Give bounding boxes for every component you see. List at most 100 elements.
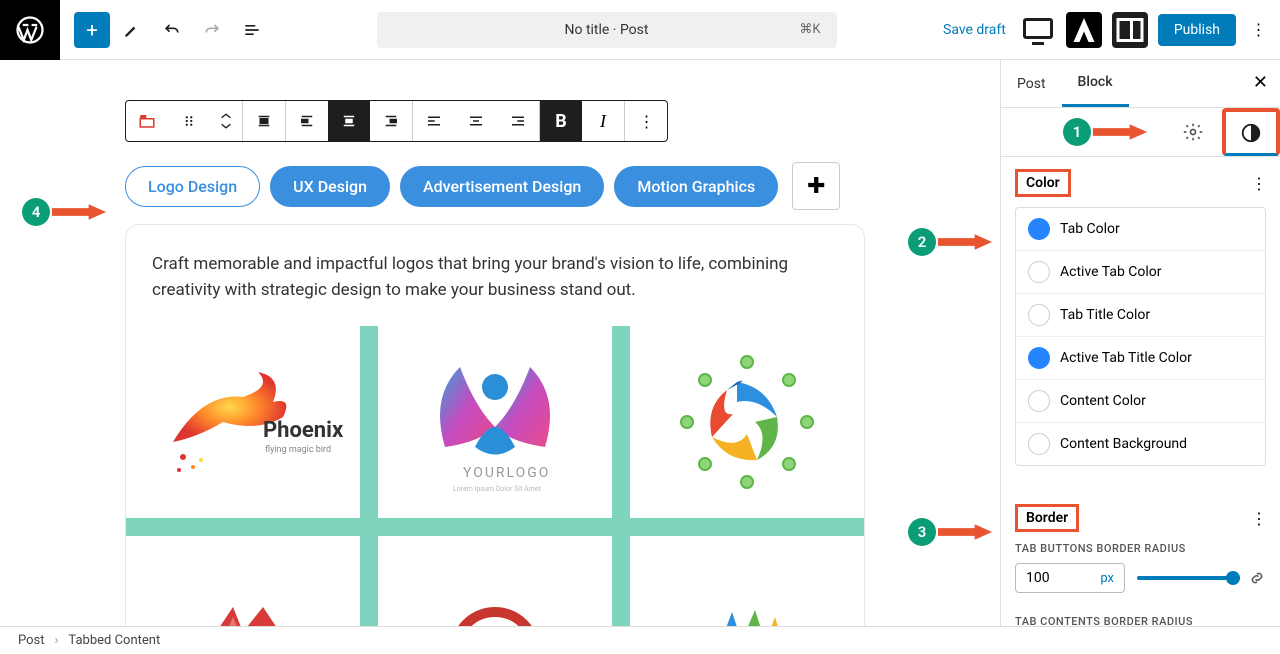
tab-ux-design[interactable]: UX Design (270, 166, 390, 207)
color-swatch (1028, 390, 1050, 412)
align-text-right-icon[interactable] (497, 101, 539, 141)
breadcrumb-block[interactable]: Tabbed Content (68, 633, 160, 648)
svg-text:Lorem Ipsum Dolor Sit Amet: Lorem Ipsum Dolor Sit Amet (453, 485, 542, 493)
document-title[interactable]: No title · Post ⌘K (377, 12, 837, 48)
settings-sidebar: Post Block ✕ Color Tab Color Active Tab … (1000, 60, 1280, 626)
tabbed-content-block-icon[interactable] (126, 101, 168, 141)
border-section: Border TAB BUTTONS BORDER RADIUS px TAB … (1001, 492, 1280, 648)
bold-button[interactable]: B (540, 101, 582, 141)
publish-button[interactable]: Publish (1158, 14, 1236, 46)
block-more-icon[interactable] (625, 101, 667, 141)
color-tab-title-color[interactable]: Tab Title Color (1016, 294, 1265, 337)
tab-paragraph[interactable]: Craft memorable and impactful logos that… (152, 251, 838, 304)
tab-label: Logo Design (148, 177, 237, 196)
editor-canvas: B I Logo Design UX Design Advertisement … (0, 60, 1000, 626)
logo-image[interactable] (378, 536, 612, 626)
sidebar-tabs: Post Block ✕ (1001, 60, 1280, 108)
chevron-down-icon[interactable] (219, 121, 233, 131)
title-text: No title · Post (565, 22, 649, 38)
align-text-left-icon[interactable] (413, 101, 455, 141)
link-icon[interactable] (1248, 569, 1266, 587)
save-draft-link[interactable]: Save draft (943, 22, 1006, 38)
border-radius-control: px (1015, 563, 1266, 593)
styles-tab-icon[interactable] (1222, 108, 1280, 156)
wordpress-logo[interactable] (0, 0, 60, 60)
svg-text:YOURLOGO: YOURLOGO (463, 465, 550, 481)
outline-icon[interactable] (234, 12, 270, 48)
undo-icon[interactable] (154, 12, 190, 48)
add-tab-button[interactable]: ✚ (792, 162, 840, 210)
justify-center-icon[interactable] (328, 101, 370, 141)
color-content-color[interactable]: Content Color (1016, 380, 1265, 423)
breadcrumb: Post › Tabbed Content (0, 626, 1280, 654)
border-section-title: Border (1015, 504, 1079, 532)
tab-motion-graphics[interactable]: Motion Graphics (614, 166, 778, 207)
color-options-icon[interactable] (1251, 174, 1266, 193)
color-label: Active Tab Title Color (1060, 350, 1192, 366)
edit-tool-icon[interactable] (114, 12, 150, 48)
sidebar-tab-post[interactable]: Post (1001, 62, 1062, 106)
tab-advertisement-design[interactable]: Advertisement Design (400, 166, 604, 207)
color-label: Content Color (1060, 393, 1146, 409)
radius-unit[interactable]: px (1100, 571, 1114, 586)
tab-logo-design[interactable]: Logo Design (125, 166, 260, 207)
logo-image[interactable] (630, 326, 864, 518)
tab-label: Advertisement Design (423, 177, 581, 196)
logo-image[interactable]: YOURLOGO Lorem Ipsum Dolor Sit Amet (378, 326, 612, 518)
color-swatch (1028, 218, 1050, 240)
chevron-up-icon[interactable] (219, 111, 233, 121)
border-options-icon[interactable] (1251, 509, 1266, 528)
color-swatch (1028, 433, 1050, 455)
sidebar-toggle-icon[interactable] (1112, 12, 1148, 48)
drag-handle-icon[interactable] (168, 101, 210, 141)
svg-text:flying magic bird: flying magic bird (265, 445, 331, 455)
justify-left-icon[interactable] (286, 101, 328, 141)
preview-device-icon[interactable] (1020, 12, 1056, 48)
color-label: Tab Color (1060, 221, 1120, 237)
color-label: Tab Title Color (1060, 307, 1150, 323)
sidebar-tab-block[interactable]: Block (1062, 60, 1129, 107)
tab-label: Motion Graphics (637, 177, 755, 196)
align-none-icon[interactable] (243, 101, 285, 141)
redo-icon[interactable] (194, 12, 230, 48)
color-tab-color[interactable]: Tab Color (1016, 208, 1265, 251)
color-active-tab-color[interactable]: Active Tab Color (1016, 251, 1265, 294)
color-label: Content Background (1060, 436, 1187, 452)
breadcrumb-separator: › (55, 633, 59, 648)
align-text-center-icon[interactable] (455, 101, 497, 141)
more-options-icon[interactable] (1246, 20, 1270, 39)
svg-text:Phoenix: Phoenix (263, 418, 343, 443)
color-list: Tab Color Active Tab Color Tab Title Col… (1015, 207, 1266, 466)
radius-slider[interactable] (1137, 576, 1240, 580)
block-toolbar: B I (125, 100, 668, 142)
tab-label: UX Design (293, 177, 367, 196)
close-icon[interactable]: ✕ (1253, 72, 1268, 93)
color-section-title: Color (1015, 169, 1071, 197)
top-right-tools: Save draft Publish (943, 12, 1270, 48)
tab-content-panel: Craft memorable and impactful logos that… (125, 224, 865, 626)
title-shortcut: ⌘K (799, 22, 820, 37)
radius-input[interactable] (1026, 570, 1066, 586)
top-toolbar: + No title · Post ⌘K Save draft Publish (0, 0, 1280, 60)
astra-icon[interactable] (1066, 12, 1102, 48)
logo-image[interactable] (630, 536, 864, 626)
color-active-tab-title-color[interactable]: Active Tab Title Color (1016, 337, 1265, 380)
logo-image[interactable]: Phoenix flying magic bird (126, 326, 360, 518)
move-up-down[interactable] (210, 101, 242, 141)
radius-caption: TAB BUTTONS BORDER RADIUS (1015, 542, 1266, 555)
justify-right-icon[interactable] (370, 101, 412, 141)
color-swatch (1028, 304, 1050, 326)
italic-button[interactable]: I (582, 101, 624, 141)
slider-thumb[interactable] (1226, 571, 1240, 585)
color-section: Color Tab Color Active Tab Color Tab Tit… (1001, 157, 1280, 492)
logo-image[interactable] (126, 536, 360, 626)
add-block-button[interactable]: + (74, 12, 110, 48)
logo-gallery: Phoenix flying magic bird YOURLOGO (126, 326, 864, 626)
color-content-background[interactable]: Content Background (1016, 423, 1265, 465)
radius-input-wrap[interactable]: px (1015, 563, 1125, 593)
title-bar: No title · Post ⌘K (270, 12, 943, 48)
color-label: Active Tab Color (1060, 264, 1162, 280)
settings-tab-icon[interactable] (1164, 108, 1222, 156)
breadcrumb-post[interactable]: Post (18, 633, 45, 648)
color-swatch (1028, 261, 1050, 283)
